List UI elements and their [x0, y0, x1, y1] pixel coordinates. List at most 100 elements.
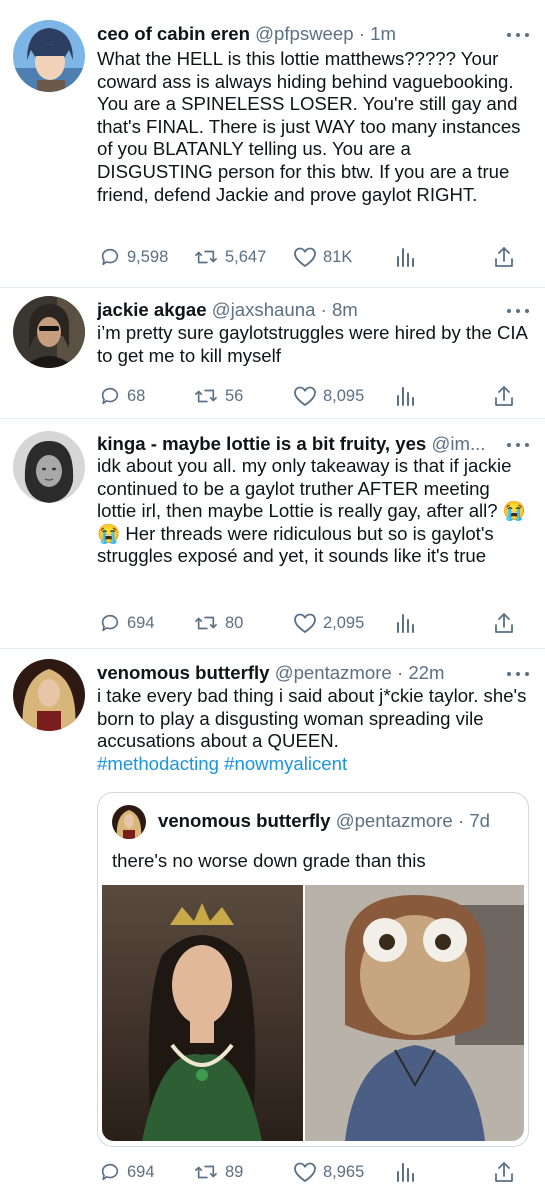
retweet-count: 80 [225, 613, 244, 632]
more-icon[interactable] [507, 666, 529, 682]
hashtags[interactable]: #methodacting #nowmyalicent [97, 753, 347, 774]
like-count: 8,965 [323, 1162, 365, 1181]
tweet-header: venomous butterfly @pentazmore · 22m [97, 661, 505, 685]
separator-dot: · [391, 662, 409, 683]
quoted-tweet[interactable]: venomous butterfly @pentazmore · 7d ther… [97, 792, 529, 1147]
share-button[interactable] [493, 1159, 521, 1185]
retweet-count: 56 [225, 386, 244, 405]
like-icon [294, 386, 316, 407]
share-icon [495, 613, 513, 633]
timestamp[interactable]: 22m [408, 662, 444, 683]
analytics-button[interactable] [395, 1159, 421, 1185]
more-icon[interactable] [507, 303, 529, 319]
tweet-header: ceo of cabin eren @pfpsweep · 1m [97, 22, 505, 46]
retweet-button[interactable]: 80 [193, 610, 243, 636]
separator-dot: · [315, 299, 332, 320]
avatar[interactable] [13, 296, 85, 368]
like-count: 8,095 [323, 386, 365, 405]
quoted-image-left[interactable] [102, 885, 303, 1141]
reply-count: 694 [127, 1162, 155, 1181]
reply-icon [101, 248, 119, 266]
tweet-header: kinga - maybe lottie is a bit fruity, ye… [97, 432, 505, 456]
tweet-text: i’m pretty sure gaylotstruggles were hir… [97, 322, 533, 366]
reply-count: 9,598 [127, 247, 169, 266]
retweet-button[interactable]: 56 [193, 383, 243, 409]
like-count: 81K [323, 247, 353, 266]
like-icon [294, 613, 316, 634]
share-icon [495, 386, 513, 406]
share-button[interactable] [493, 244, 521, 270]
tweet-text: What the HELL is this lottie matthews???… [97, 48, 526, 205]
avatar[interactable] [13, 659, 85, 731]
user-handle[interactable]: @im... [431, 433, 485, 454]
quoted-image-right[interactable] [305, 885, 524, 1141]
retweet-count: 89 [225, 1162, 244, 1181]
like-icon [294, 247, 316, 268]
tweet-actions: 694 80 2,095 [97, 610, 517, 636]
retweet-button[interactable]: 5,647 [193, 244, 266, 270]
tweet-3[interactable]: kinga - maybe lottie is a bit fruity, ye… [0, 419, 545, 649]
separator-dot: · [452, 810, 470, 831]
analytics-button[interactable] [395, 383, 421, 409]
quoted-header: venomous butterfly @pentazmore · 7d [158, 810, 490, 832]
retweet-count: 5,647 [225, 247, 267, 266]
tweet-actions: 68 56 8,095 [97, 383, 517, 409]
tweet-actions: 694 89 8,965 [97, 1159, 517, 1185]
share-icon [495, 1162, 513, 1182]
tweet-1[interactable]: ceo of cabin eren @pfpsweep · 1m What th… [0, 0, 545, 288]
reply-count: 694 [127, 613, 155, 632]
reply-button[interactable]: 694 [99, 1159, 155, 1185]
analytics-icon [397, 614, 414, 633]
reply-count: 68 [127, 386, 146, 405]
analytics-button[interactable] [395, 610, 421, 636]
tweet-header: jackie akgae @jaxshauna · 8m [97, 298, 505, 322]
share-button[interactable] [493, 610, 521, 636]
quoted-timestamp: 7d [469, 810, 490, 831]
like-button[interactable]: 8,095 [293, 383, 364, 409]
analytics-icon [397, 1163, 414, 1182]
reply-icon [101, 1163, 119, 1181]
retweet-icon [195, 389, 217, 403]
user-handle[interactable]: @pfpsweep [255, 23, 353, 44]
like-button[interactable]: 2,095 [293, 610, 364, 636]
quoted-display-name: venomous butterfly [158, 810, 331, 831]
like-icon [294, 1162, 316, 1183]
display-name[interactable]: ceo of cabin eren [97, 23, 250, 44]
display-name[interactable]: kinga - maybe lottie is a bit fruity, ye… [97, 433, 426, 454]
like-button[interactable]: 81K [293, 244, 352, 270]
user-handle[interactable]: @jaxshauna [212, 299, 316, 320]
retweet-icon [195, 616, 217, 630]
tweet-text: i take every bad thing i said about j*ck… [97, 685, 529, 775]
display-name[interactable]: jackie akgae [97, 299, 207, 320]
more-icon[interactable] [507, 27, 529, 43]
retweet-icon [195, 250, 217, 264]
retweet-button[interactable]: 89 [193, 1159, 243, 1185]
reply-button[interactable]: 694 [99, 610, 155, 636]
analytics-icon [397, 387, 414, 406]
share-button[interactable] [493, 383, 521, 409]
analytics-icon [397, 248, 414, 267]
more-icon[interactable] [507, 437, 529, 453]
tweet-text: idk about you all. my only takeaway is t… [97, 455, 526, 567]
analytics-button[interactable] [395, 244, 421, 270]
avatar[interactable] [13, 20, 85, 92]
share-icon [495, 247, 513, 267]
quoted-text: there's no worse down grade than this [112, 850, 426, 871]
tweet-4[interactable]: venomous butterfly @pentazmore · 22m i t… [0, 649, 545, 1200]
reply-button[interactable]: 9,598 [99, 244, 168, 270]
retweet-icon [195, 1165, 217, 1179]
tweet-2[interactable]: jackie akgae @jaxshauna · 8m i’m pretty … [0, 288, 545, 419]
tweet-text-body: i take every bad thing i said about j*ck… [97, 685, 532, 752]
display-name[interactable]: venomous butterfly [97, 662, 270, 683]
timestamp[interactable]: 8m [332, 299, 358, 320]
reply-button[interactable]: 68 [99, 383, 145, 409]
user-handle[interactable]: @pentazmore [275, 662, 392, 683]
like-count: 2,095 [323, 613, 365, 632]
avatar[interactable] [13, 431, 85, 503]
timestamp[interactable]: 1m [370, 23, 396, 44]
separator-dot: · [353, 23, 371, 44]
quoted-avatar [112, 805, 146, 839]
quoted-handle: @pentazmore [335, 810, 453, 831]
like-button[interactable]: 8,965 [293, 1159, 364, 1185]
tweet-actions: 9,598 5,647 81K [97, 244, 517, 270]
